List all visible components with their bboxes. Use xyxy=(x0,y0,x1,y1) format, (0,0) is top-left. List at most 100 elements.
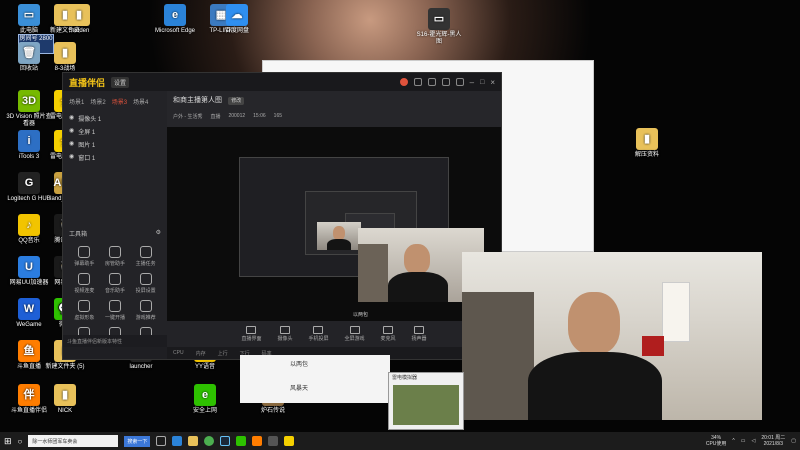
task-view-icon[interactable] xyxy=(156,436,167,446)
tab-scene-3[interactable]: 场景3 xyxy=(112,97,127,106)
tool-item[interactable]: 音乐助手 xyxy=(100,273,131,294)
taskbar-search[interactable]: 除一水师团军车卖会 xyxy=(28,435,119,447)
search-button[interactable]: 搜索一下 xyxy=(124,435,151,447)
tool-item[interactable]: 弹幕助手 xyxy=(69,246,100,267)
source-label: 窗口 1 xyxy=(78,156,96,162)
clock[interactable]: 20:01 周二 2021/8/3 xyxy=(761,435,785,447)
tool-item[interactable]: 虚拟形象 xyxy=(69,300,100,321)
desktop-icon[interactable]: ▭ S16-霍光辉-黑人图 xyxy=(414,8,464,46)
desktop-icon[interactable]: e 安全上网 xyxy=(180,384,230,415)
desktop-icon[interactable]: ▮ Sadden xyxy=(54,4,104,35)
edge-taskbar-icon[interactable] xyxy=(172,436,183,446)
source-item[interactable]: ◉ 图片 1 xyxy=(63,138,167,151)
tool-label: 投屏设置 xyxy=(135,288,156,294)
network-icon[interactable]: ▭ xyxy=(741,438,746,444)
left-footer[interactable]: 斗鱼直播伴侣新版本特性 xyxy=(63,335,167,347)
eye-icon[interactable]: ◉ xyxy=(69,153,74,162)
tool-icon xyxy=(78,273,91,285)
menu-icon[interactable] xyxy=(455,78,464,86)
desktop-icon[interactable]: ▮ 解压资料 xyxy=(622,128,672,159)
desktop-icon[interactable]: ☁ 百度网盘 xyxy=(212,4,262,35)
3d-vision-icon: 3D xyxy=(18,90,40,112)
tab-scene-4[interactable]: 场景4 xyxy=(133,97,148,106)
toolbar-button[interactable]: 直播界面 xyxy=(241,326,261,342)
left-panel: 场景1 场景2 场景3 场景4 ◉ 摄像头 1 ◉ 全屏 1 ◉ 图片 1 ◉ 窗口 1… xyxy=(63,91,167,348)
douyu-taskbar-icon[interactable] xyxy=(252,436,263,446)
tool-icon xyxy=(139,300,152,312)
room-title[interactable]: 和商主播第人图 xyxy=(173,97,222,104)
tool-item[interactable]: 游戏推荐 xyxy=(130,300,161,321)
tool-item[interactable]: 一键开播 xyxy=(100,300,131,321)
tool-label: 一键开播 xyxy=(104,315,125,321)
settings-badge[interactable]: 设置 xyxy=(111,76,130,88)
tool-item[interactable]: 视频连麦 xyxy=(69,273,100,294)
category-label[interactable]: 户外 - 生活秀 xyxy=(173,113,202,120)
edit-room-button[interactable]: 修改 xyxy=(228,97,245,105)
ldplayer-taskbar-icon[interactable] xyxy=(284,436,295,446)
desktop-icon[interactable]: ▮ NICK xyxy=(40,384,90,415)
source-item[interactable]: ◉ 窗口 1 xyxy=(63,151,167,164)
toolbar-icon xyxy=(279,326,290,334)
minimize-icon[interactable]: – xyxy=(470,78,474,87)
app-taskbar-icon[interactable] xyxy=(268,436,279,446)
status-item: CPU xyxy=(173,350,184,356)
edge-icon: e xyxy=(164,4,186,26)
eye-icon[interactable]: ◉ xyxy=(69,127,74,136)
tool-item[interactable]: 投屏设置 xyxy=(130,273,161,294)
eye-icon[interactable]: ◉ xyxy=(69,140,74,149)
desktop-icon[interactable]: ▮ 8-3战场 xyxy=(40,42,90,73)
message-icon[interactable] xyxy=(413,78,422,86)
tool-icon xyxy=(108,246,121,258)
system-tray: 34% CPU使用 ^ ▭ ◁ 20:01 周二 2021/8/3 ▢ xyxy=(706,435,796,447)
tool-item[interactable]: 房管助手 xyxy=(100,246,131,267)
baidu-netdisk-icon: ☁ xyxy=(226,4,248,26)
cpu-label: CPU使用 xyxy=(705,441,727,447)
desktop-icon[interactable]: e Microsoft Edge xyxy=(150,4,200,35)
source-label: 图片 1 xyxy=(78,143,96,149)
tool-icon xyxy=(108,273,121,285)
tab-scene-2[interactable]: 场景2 xyxy=(90,97,105,106)
webcam-feed-large xyxy=(462,252,762,420)
volume-icon[interactable]: ◁ xyxy=(752,438,756,444)
start-icon[interactable]: ⊞ xyxy=(4,436,12,447)
settings-icon[interactable]: ⚙ xyxy=(156,229,161,238)
toolbar-button[interactable]: 摄像头 xyxy=(277,326,292,342)
emulator-popup[interactable]: 雷电模拟器 xyxy=(388,372,464,430)
gift-icon[interactable] xyxy=(427,78,436,86)
steam-taskbar-icon[interactable] xyxy=(220,436,231,446)
tool-item[interactable]: 主播任务 xyxy=(130,246,161,267)
cpu-meter[interactable]: 34% CPU使用 xyxy=(706,435,727,447)
avatar[interactable] xyxy=(399,78,408,86)
eye-icon[interactable]: ◉ xyxy=(69,114,74,123)
room-header: 和商主播第人图 修改 户外 - 生活秀 直播 200012 15:06 165 xyxy=(167,91,501,127)
tools-header: 工具箱 ⚙ xyxy=(69,229,161,238)
tool-icon xyxy=(78,246,91,258)
tool-icon xyxy=(78,300,91,312)
source-label: 全屏 1 xyxy=(78,130,96,136)
toolbar-button[interactable]: 全屏游戏 xyxy=(345,326,365,342)
up-arrow-icon[interactable]: ^ xyxy=(732,438,734,444)
app-titlebar: 直播伴侣 设置 – □ × xyxy=(63,73,501,91)
webcam-feed-small xyxy=(317,222,361,250)
source-item[interactable]: ◉ 全屏 1 xyxy=(63,125,167,138)
tool-label: 房管助手 xyxy=(104,261,125,267)
app-logo: 直播伴侣 xyxy=(69,77,106,88)
notification-icon[interactable]: ▢ xyxy=(791,438,796,444)
toolbar-button[interactable]: 扬声器 xyxy=(412,326,427,342)
toolbar-button[interactable]: 手机投屏 xyxy=(308,326,329,342)
tab-scene-1[interactable]: 场景1 xyxy=(69,97,84,106)
tool-label: 虚拟形象 xyxy=(74,315,95,321)
chrome-taskbar-icon[interactable] xyxy=(204,436,215,446)
wechat-taskbar-icon[interactable] xyxy=(236,436,247,446)
toolbar-label: 扬声器 xyxy=(411,336,427,342)
skin-icon[interactable] xyxy=(441,78,450,86)
chat-panel: 以两包 风暴天 xyxy=(240,355,390,403)
toolbar-button[interactable]: 麦克风 xyxy=(381,326,396,342)
source-item[interactable]: ◉ 摄像头 1 xyxy=(63,112,167,125)
desktop-icon-label: YY语音 xyxy=(194,364,215,370)
chat-line: 风暴天 xyxy=(290,386,309,392)
maximize-icon[interactable]: □ xyxy=(480,79,484,86)
close-icon[interactable]: × xyxy=(490,78,495,87)
cortana-icon[interactable]: ○ xyxy=(18,437,23,446)
explorer-taskbar-icon[interactable] xyxy=(188,436,199,446)
